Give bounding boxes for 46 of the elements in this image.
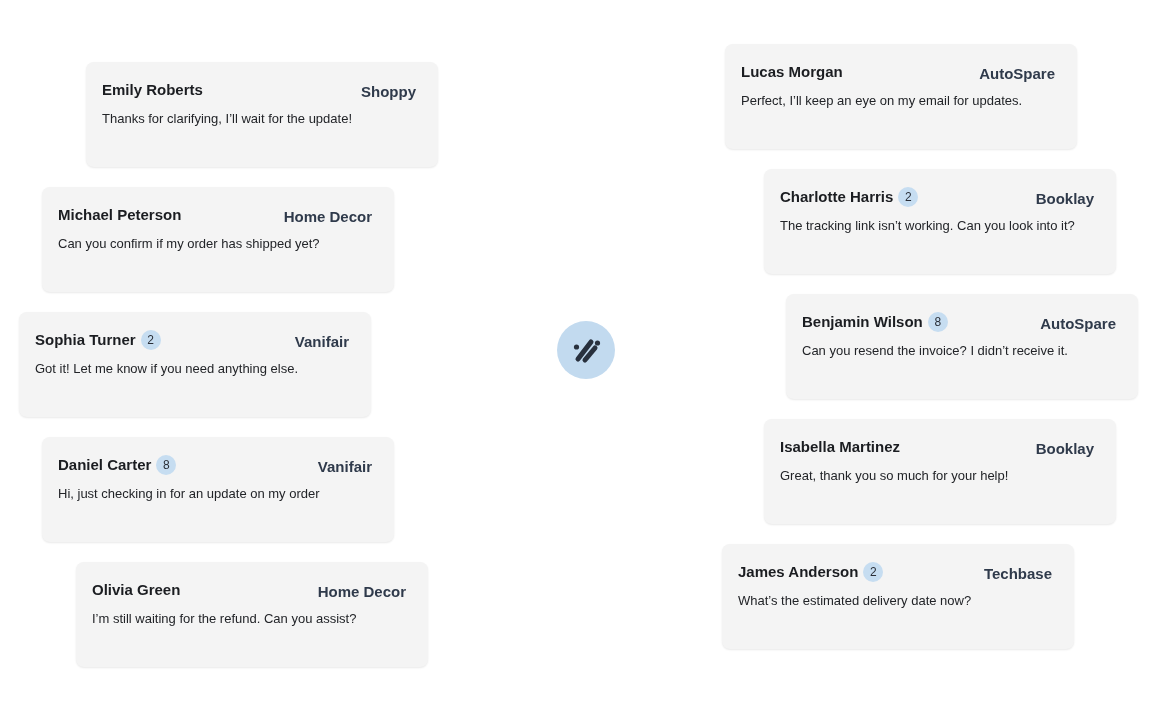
- contact-name: Sophia Turner: [35, 330, 136, 350]
- conversation-card[interactable]: Emily Roberts Shoppy Thanks for clarifying, I’ll wait for the update!: [86, 62, 438, 167]
- message-preview: Great, thank you so much for your help!: [780, 467, 1010, 485]
- conversation-card[interactable]: Isabella Martinez Booklay Great, thank you so much for your help!: [764, 419, 1116, 524]
- contact-name: Daniel Carter: [58, 455, 152, 475]
- store-name: Booklay: [1035, 189, 1094, 209]
- conversation-card[interactable]: Olivia Green Home Decor I’m still waiting for the refund. Can you assist?: [76, 562, 428, 667]
- conversation-card[interactable]: Lucas Morgan AutoSpare Perfect, I’ll keep an eye on my email for updates.: [725, 44, 1077, 149]
- message-preview: I’m still waiting for the refund. Can you assist?: [92, 610, 358, 628]
- unread-count: 2: [140, 330, 161, 350]
- unread-count: 2: [863, 562, 884, 582]
- conversation-card[interactable]: Daniel Carter 8 Vanifair Hi, just checking in for an update on my order: [42, 437, 394, 542]
- store-name: AutoSpare: [1040, 314, 1116, 334]
- unread-count: 8: [927, 312, 948, 332]
- unread-count: 8: [156, 455, 177, 475]
- store-name: Booklay: [1035, 439, 1094, 459]
- contact-name: Michael Peterson: [58, 205, 182, 225]
- message-preview: Can you confirm if my order has shipped yet?: [58, 235, 321, 253]
- store-name: AutoSpare: [979, 64, 1055, 84]
- message-preview: The tracking link isn’t working. Can you look into it?: [780, 217, 1076, 235]
- store-name: Home Decor: [317, 582, 406, 602]
- contact-name: Benjamin Wilson: [802, 312, 923, 332]
- conversation-card[interactable]: James Anderson 2 Techbase What’s the estimated delivery date now?: [722, 544, 1074, 649]
- store-name: Vanifair: [294, 332, 349, 352]
- conversation-card[interactable]: Charlotte Harris 2 Booklay The tracking link isn’t working. Can you look into it?: [764, 169, 1116, 274]
- logo-icon: [557, 321, 615, 379]
- message-preview: Perfect, I’ll keep an eye on my email for updates.: [741, 92, 1024, 110]
- contact-name: Olivia Green: [92, 580, 181, 600]
- store-name: Vanifair: [317, 457, 372, 477]
- message-preview: Hi, just checking in for an update on my order: [58, 485, 321, 503]
- store-name: Techbase: [983, 564, 1052, 584]
- message-preview: Got it! Let me know if you need anything else.: [35, 360, 300, 378]
- store-name: Shoppy: [361, 82, 416, 102]
- contact-name: James Anderson: [738, 562, 859, 582]
- contact-name: Isabella Martinez: [780, 437, 901, 457]
- unread-count: 2: [898, 187, 919, 207]
- contact-name: Charlotte Harris: [780, 187, 894, 207]
- message-preview: Thanks for clarifying, I’ll wait for the update!: [102, 110, 353, 128]
- contact-name: Lucas Morgan: [741, 62, 843, 82]
- message-preview: What’s the estimated delivery date now?: [738, 592, 973, 610]
- store-name: Home Decor: [283, 207, 372, 227]
- contact-name: Emily Roberts: [102, 80, 203, 100]
- conversation-card[interactable]: Michael Peterson Home Decor Can you confirm if my order has shipped yet?: [42, 187, 394, 292]
- conversation-card[interactable]: Benjamin Wilson 8 AutoSpare Can you resend the invoice? I didn’t receive it.: [786, 294, 1138, 399]
- message-preview: Can you resend the invoice? I didn’t receive it.: [802, 342, 1069, 360]
- conversation-card[interactable]: Sophia Turner 2 Vanifair Got it! Let me know if you need anything else.: [19, 312, 371, 417]
